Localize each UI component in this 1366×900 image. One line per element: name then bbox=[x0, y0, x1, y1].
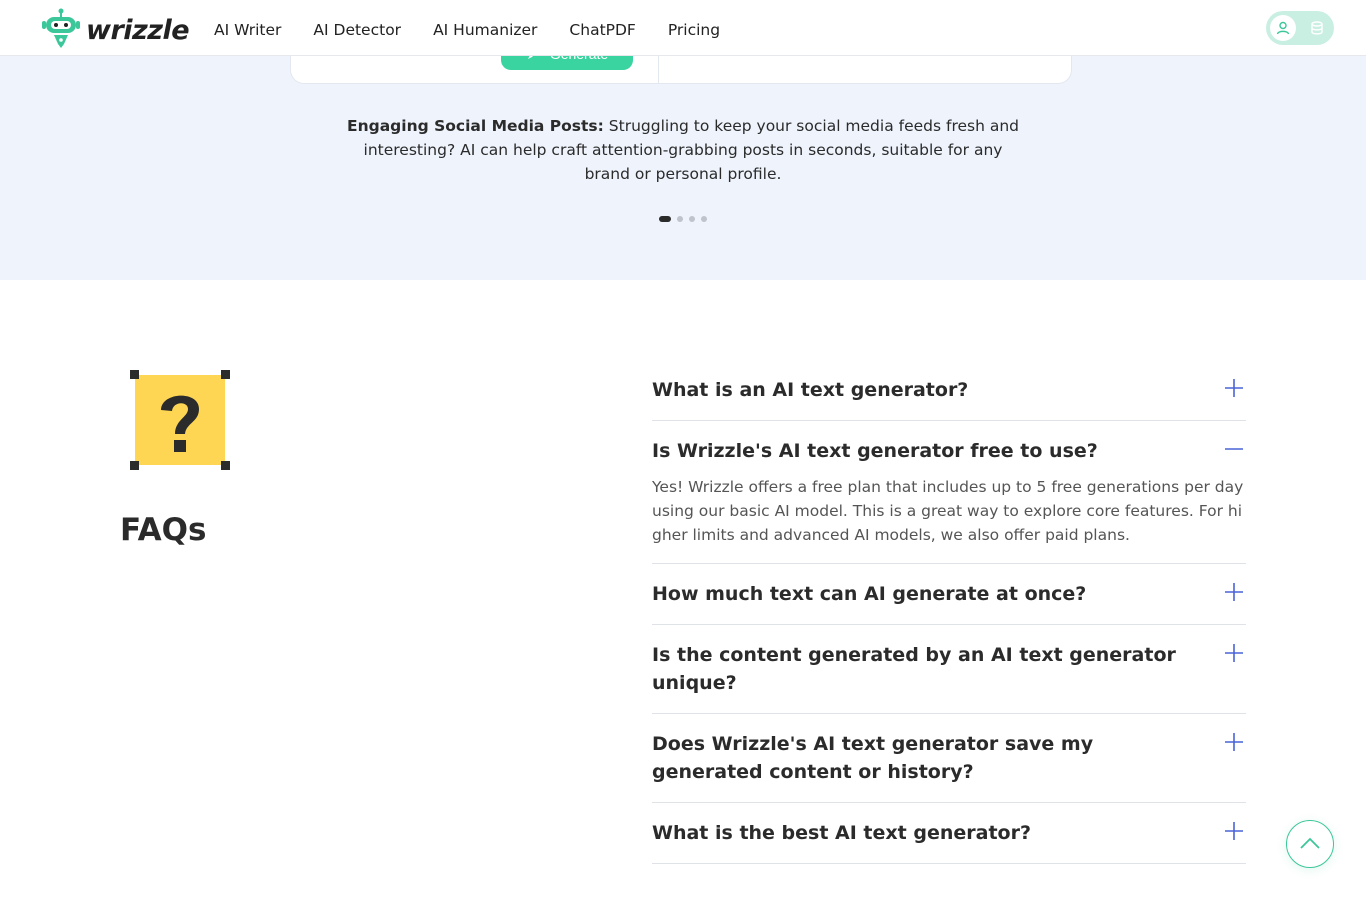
question-mark-icon bbox=[130, 370, 230, 470]
faq-question[interactable]: What is the best AI text generator? bbox=[652, 803, 1246, 863]
faq-list: What is an AI text generator? Is Wrizzle… bbox=[652, 360, 1246, 864]
plus-icon[interactable] bbox=[1224, 378, 1244, 398]
carousel-dots bbox=[659, 216, 707, 222]
caption-bold: Engaging Social Media Posts: bbox=[346, 117, 604, 135]
main-nav: AI Writer AI Detector AI Humanizer ChatP… bbox=[214, 21, 720, 39]
minus-icon[interactable] bbox=[1224, 439, 1244, 459]
faq-item: Does Wrizzle's AI text generator save my… bbox=[652, 714, 1246, 803]
faq-question[interactable]: Does Wrizzle's AI text generator save my… bbox=[652, 714, 1246, 802]
user-menu[interactable] bbox=[1266, 11, 1334, 45]
faq-item: How much text can AI generate at once? bbox=[652, 564, 1246, 625]
plus-icon[interactable] bbox=[1224, 821, 1244, 841]
nav-ai-humanizer[interactable]: AI Humanizer bbox=[433, 21, 537, 39]
faq-question[interactable]: Is Wrizzle's AI text generator free to u… bbox=[652, 421, 1246, 481]
plus-icon[interactable] bbox=[1224, 643, 1244, 663]
use-case-caption: Engaging Social Media Posts: Struggling … bbox=[340, 114, 1026, 186]
carousel-dot-4[interactable] bbox=[701, 216, 707, 222]
faq-item: What is an AI text generator? bbox=[652, 360, 1246, 421]
carousel-dot-1[interactable] bbox=[659, 216, 671, 222]
faq-question[interactable]: How much text can AI generate at once? bbox=[652, 564, 1246, 624]
plus-icon[interactable] bbox=[1224, 582, 1244, 602]
site-header: wrizzle AI Writer AI Detector AI Humaniz… bbox=[0, 0, 1366, 56]
carousel-dot-3[interactable] bbox=[689, 216, 695, 222]
logo-text: wrizzle bbox=[86, 14, 190, 46]
logo[interactable]: wrizzle bbox=[42, 8, 190, 52]
credits-icon[interactable] bbox=[1304, 15, 1330, 41]
faq-answer: Yes! Wrizzle offers a free plan that inc… bbox=[652, 478, 1244, 544]
faq-title: FAQs bbox=[120, 512, 207, 548]
robot-logo-icon bbox=[42, 8, 80, 52]
nav-pricing[interactable]: Pricing bbox=[668, 21, 720, 39]
faq-question[interactable]: Is the content generated by an AI text g… bbox=[652, 625, 1246, 713]
back-to-top-button[interactable] bbox=[1286, 820, 1334, 868]
nav-ai-writer[interactable]: AI Writer bbox=[214, 21, 281, 39]
faq-question[interactable]: What is an AI text generator? bbox=[652, 360, 1246, 420]
faq-item: What is the best AI text generator? bbox=[652, 803, 1246, 864]
carousel-dot-2[interactable] bbox=[677, 216, 683, 222]
nav-chatpdf[interactable]: ChatPDF bbox=[569, 21, 635, 39]
nav-ai-detector[interactable]: AI Detector bbox=[313, 21, 401, 39]
chevron-up-icon bbox=[1299, 836, 1321, 853]
faq-item-open: Is Wrizzle's AI text generator free to u… bbox=[652, 421, 1246, 564]
user-avatar-icon[interactable] bbox=[1270, 15, 1296, 41]
faq-item: Is the content generated by an AI text g… bbox=[652, 625, 1246, 714]
plus-icon[interactable] bbox=[1224, 732, 1244, 752]
